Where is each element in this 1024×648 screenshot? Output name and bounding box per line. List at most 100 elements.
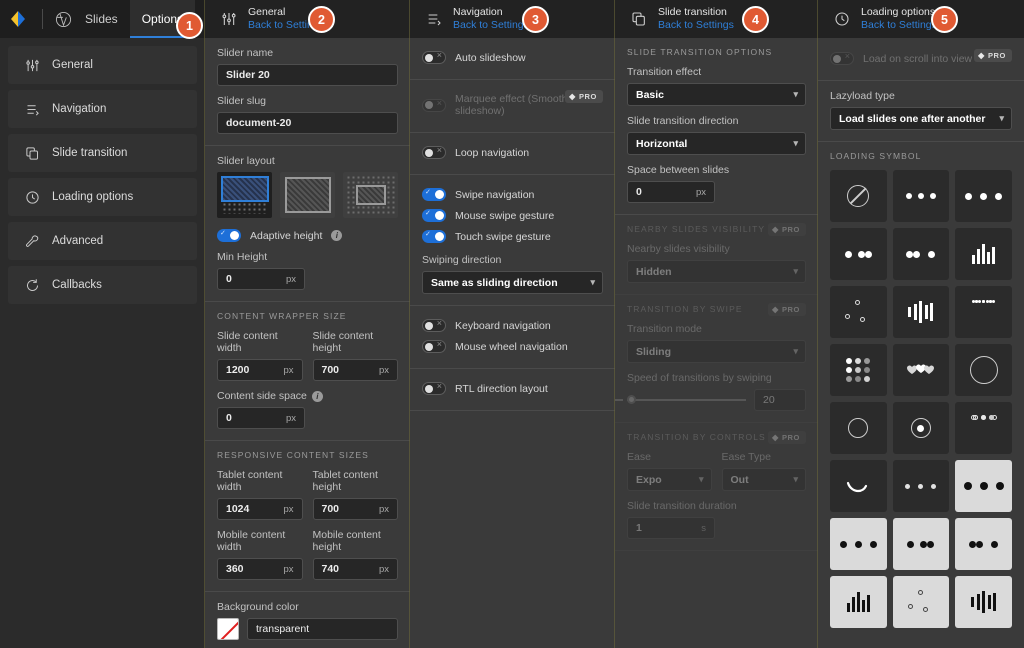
lazyload-type-select[interactable]: Load slides one after another ▾	[830, 107, 1012, 130]
nearby-slides-visibility-section: NEARBY SLIDES VISIBILITY ◆ PRO Nearby sl…	[615, 215, 818, 295]
sidebar-item-navigation[interactable]: Navigation	[8, 90, 197, 128]
info-icon[interactable]: i	[331, 230, 343, 241]
min-height-input[interactable]: 0 px	[217, 268, 305, 290]
sidebar-item-label: Navigation	[52, 103, 107, 115]
transition-effect-select[interactable]: Basic ▾	[627, 83, 806, 106]
sidebar-item-general[interactable]: General	[8, 46, 197, 84]
step-badge-5: 5	[931, 6, 958, 33]
adaptive-height-toggle[interactable]	[217, 229, 241, 242]
space-between-slides-input[interactable]: 0 px	[627, 181, 715, 203]
loading-symbol-dot-cluster-icon[interactable]	[955, 286, 1012, 338]
loading-symbol-hearts-icon[interactable]	[892, 344, 950, 396]
loading-symbol-dot-grid-icon[interactable]	[830, 344, 887, 396]
content-side-space-input[interactable]: 0 px	[217, 407, 305, 429]
slider-name-input[interactable]: Slider 20	[217, 64, 398, 86]
loading-symbol-three-dots-large-icon[interactable]	[955, 170, 1012, 222]
ease-select: Expo ▾	[627, 468, 712, 491]
loading-symbol-none-icon[interactable]	[830, 170, 887, 222]
sidebar-item-loading-options[interactable]: Loading options	[8, 178, 197, 216]
loading-symbol-ring-thin-icon[interactable]	[830, 402, 887, 454]
loading-symbol-three-dots-light-icon[interactable]	[830, 518, 887, 570]
back-to-settings-link[interactable]: Back to Settings	[658, 19, 734, 32]
loading-symbol-three-dots-large-light-icon[interactable]	[955, 460, 1012, 512]
wrench-icon	[22, 231, 42, 251]
loading-symbol-circles-orbit-light-icon[interactable]	[892, 576, 950, 628]
mouse-wheel-navigation-toggle[interactable]	[422, 339, 446, 353]
unit-px: px	[378, 364, 389, 376]
slide-content-height-input[interactable]: 700 px	[312, 359, 398, 381]
transition-direction-select[interactable]: Horizontal ▾	[627, 132, 806, 155]
touch-swipe-gesture-toggle[interactable]	[422, 230, 446, 243]
info-icon[interactable]: i	[311, 390, 323, 402]
sidebar-item-callbacks[interactable]: Callbacks	[8, 266, 197, 304]
tablet-width-input[interactable]: 1024 px	[217, 498, 303, 520]
rtl-direction-layout-row[interactable]: RTL direction layout	[422, 378, 603, 399]
swiping-direction-select[interactable]: Same as sliding direction ▾	[422, 271, 603, 294]
unit-px: px	[378, 503, 389, 515]
slider-slug-input[interactable]: document-20	[217, 112, 398, 134]
transition-mode-select: Sliding ▾	[627, 340, 806, 363]
pro-label: PRO	[781, 433, 800, 442]
layout-option-boxed[interactable]	[217, 172, 272, 218]
loading-symbol-dots-split-light-icon[interactable]	[955, 518, 1012, 570]
loading-symbol-bars-light-icon[interactable]	[830, 576, 887, 628]
navigation-panel-column: Navigation Back to Settings 3 Auto slide…	[410, 0, 615, 648]
loop-navigation-toggle[interactable]	[422, 145, 446, 159]
keyboard-navigation-row[interactable]: Keyboard navigation	[422, 315, 603, 336]
keyboard-navigation-toggle[interactable]	[422, 318, 446, 332]
wordpress-icon[interactable]	[53, 9, 73, 29]
loading-symbol-dots-merge-light-icon[interactable]	[892, 518, 950, 570]
loading-symbol-three-dots-small-icon[interactable]	[892, 460, 950, 512]
min-height-label: Min Height	[217, 251, 268, 263]
mobile-height-input[interactable]: 740 px	[312, 558, 398, 580]
sidebar-item-advanced[interactable]: Advanced	[8, 222, 197, 260]
general-panel-body: Slider name Slider 20 Slider slug docume…	[205, 38, 410, 648]
background-color-input[interactable]: transparent	[247, 618, 398, 640]
swiping-direction-label: Swiping direction	[422, 254, 502, 266]
auto-slideshow-row[interactable]: Auto slideshow	[422, 47, 603, 68]
mouse-wheel-navigation-row[interactable]: Mouse wheel navigation	[422, 336, 603, 357]
layout-option-fullwidth[interactable]	[280, 172, 335, 218]
mobile-width-input[interactable]: 360 px	[217, 558, 303, 580]
loading-symbol-equalizer-icon[interactable]	[892, 286, 950, 338]
general-panel-header: General Back to Settings 2	[205, 0, 410, 38]
mobile-height-label: Mobile content height	[312, 529, 381, 553]
loop-navigation-label: Loop navigation	[455, 146, 530, 159]
transition-effect-label: Transition effect	[627, 66, 702, 78]
mouse-swipe-gesture-toggle[interactable]	[422, 209, 446, 222]
rtl-direction-layout-toggle[interactable]	[422, 381, 446, 395]
touch-swipe-gesture-row[interactable]: Touch swipe gesture	[422, 226, 603, 247]
loading-symbol-equalizer-light-icon[interactable]	[955, 576, 1012, 628]
back-to-settings-link[interactable]: Back to Settings	[861, 19, 937, 32]
loading-symbol-dots-split-icon[interactable]	[892, 228, 950, 280]
color-swatch-transparent[interactable]	[217, 618, 239, 640]
loading-symbol-arc-icon[interactable]	[830, 460, 887, 512]
tab-slides[interactable]: Slides	[73, 0, 130, 38]
speed-slider-row: 20	[615, 389, 806, 411]
pro-badge: ◆ PRO	[768, 303, 806, 316]
adaptive-height-toggle-row[interactable]: Adaptive height i	[217, 225, 398, 246]
auto-slideshow-toggle[interactable]	[422, 50, 446, 64]
slide-content-width-input[interactable]: 1200 px	[217, 359, 303, 381]
load-on-scroll-toggle	[830, 51, 854, 65]
loading-symbol-spinner-circle-icon[interactable]	[955, 402, 1012, 454]
swipe-navigation-toggle[interactable]	[422, 188, 446, 201]
layout-option-carousel[interactable]	[343, 172, 398, 218]
loop-navigation-row[interactable]: Loop navigation	[422, 142, 603, 163]
sidebar-item-slide-transition[interactable]: Slide transition	[8, 134, 197, 172]
loading-symbol-circles-orbit-icon[interactable]	[830, 286, 887, 338]
swipe-navigation-label: Swipe navigation	[455, 188, 535, 201]
back-to-settings-link[interactable]: Back to Settings	[453, 19, 529, 32]
tablet-height-input[interactable]: 700 px	[312, 498, 398, 520]
loading-symbol-bars-icon[interactable]	[955, 228, 1012, 280]
loading-symbol-ring-thick-icon[interactable]	[955, 344, 1012, 396]
settings-nav-list: General Navigation Slide transition Load…	[0, 38, 205, 318]
swipe-navigation-row[interactable]: Swipe navigation	[422, 184, 603, 205]
mouse-swipe-gesture-row[interactable]: Mouse swipe gesture	[422, 205, 603, 226]
loading-symbol-three-dots-icon[interactable]	[892, 170, 950, 222]
slider-slug-value: document-20	[226, 117, 292, 129]
loading-symbol-ring-dot-icon[interactable]	[892, 402, 950, 454]
loading-symbol-dots-merge-icon[interactable]	[830, 228, 887, 280]
load-on-scroll-section: Load on scroll into view ◆ PRO	[818, 38, 1024, 81]
content-side-space-label: Content side space i	[217, 390, 398, 402]
